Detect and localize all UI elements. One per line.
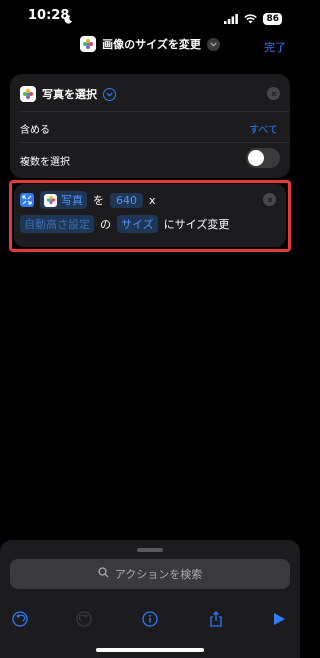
select-photos-action: 写真を選択 含める すべて 複数を選択	[10, 74, 290, 178]
photos-app-icon	[80, 36, 97, 52]
action-sheet	[0, 540, 300, 658]
close-icon[interactable]	[267, 87, 280, 100]
include-value[interactable]: すべて	[249, 121, 278, 136]
home-indicator	[96, 648, 204, 652]
action-search-field[interactable]: アクションを検索	[10, 559, 290, 589]
redo-icon[interactable]	[75, 610, 93, 628]
search-placeholder: アクションを検索	[114, 568, 203, 581]
search-icon	[98, 567, 109, 581]
toggle-knob	[248, 150, 264, 166]
status-indicators: 86	[224, 9, 282, 28]
highlight-box	[9, 180, 291, 252]
shortcut-title-menu[interactable]: 画像のサイズを変更	[0, 36, 300, 52]
include-label: 含める	[20, 125, 50, 136]
select-multiple-toggle[interactable]	[246, 148, 280, 168]
done-button[interactable]: 完了	[264, 39, 286, 55]
expand-chevron-icon[interactable]	[103, 87, 116, 101]
share-icon[interactable]	[207, 610, 225, 628]
play-icon[interactable]	[270, 610, 288, 628]
info-icon[interactable]	[141, 610, 159, 628]
select-multiple-label: 複数を選択	[20, 157, 70, 168]
photos-app-icon	[20, 86, 36, 102]
divider	[20, 111, 290, 112]
wifi-icon	[244, 9, 258, 28]
signal-icon	[224, 9, 239, 28]
select-photos-title: 写真を選択	[42, 88, 97, 101]
sheet-grabber[interactable]	[137, 548, 163, 552]
battery-indicator: 86	[263, 12, 282, 25]
page-title: 画像のサイズを変更	[102, 38, 201, 51]
moon-icon	[64, 9, 73, 28]
undo-icon[interactable]	[11, 610, 29, 628]
chevron-down-icon	[206, 37, 220, 51]
divider	[20, 142, 290, 143]
